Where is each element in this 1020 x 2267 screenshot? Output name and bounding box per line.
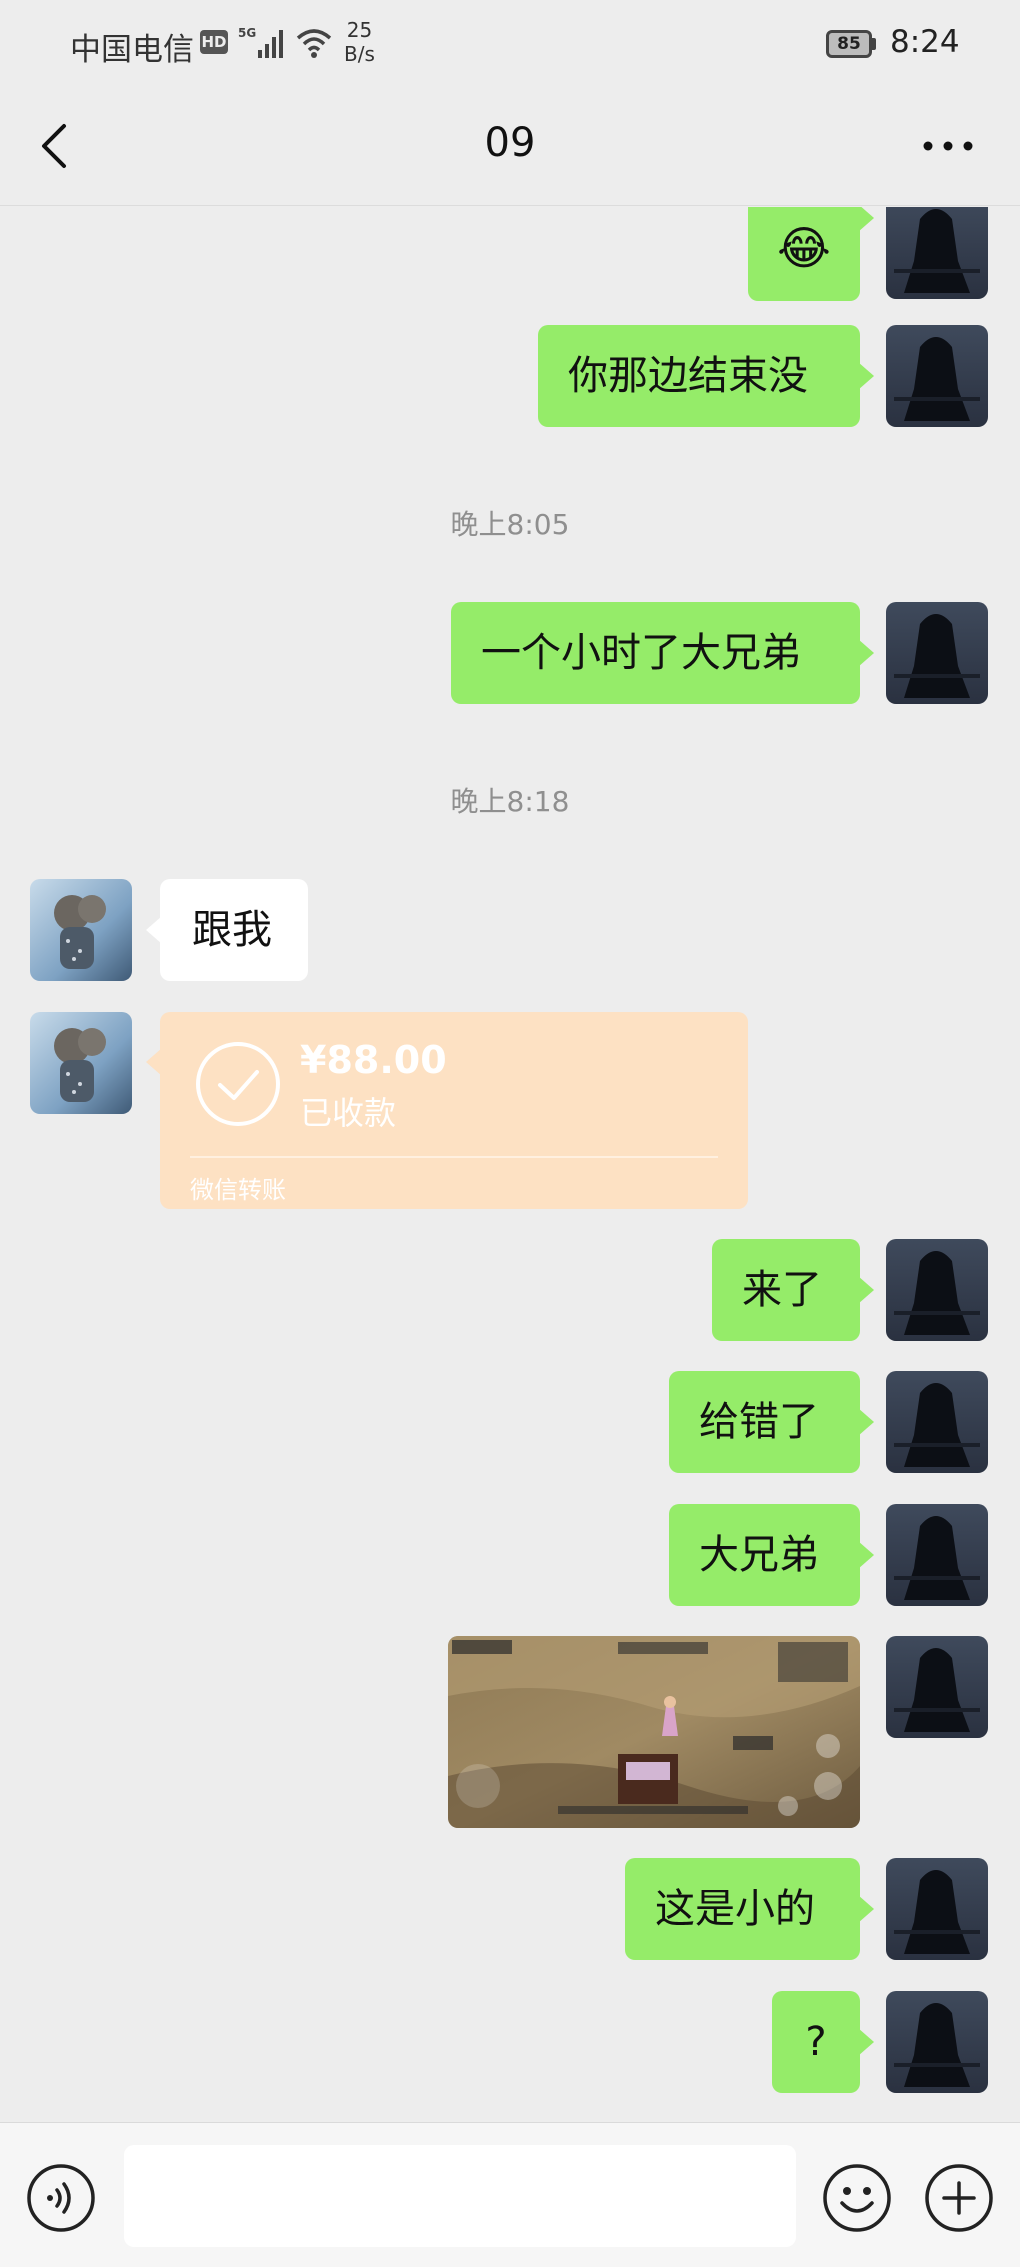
message-bubble-outgoing[interactable]: 来了: [712, 1239, 874, 1341]
avatar-self[interactable]: [886, 602, 988, 704]
image-message[interactable]: [448, 1636, 860, 1828]
avatar-contact[interactable]: [30, 1012, 132, 1114]
hd-badge: HD: [200, 30, 228, 54]
transfer-card[interactable]: ¥88.00 已收款 微信转账: [146, 1012, 748, 1209]
avatar-self[interactable]: [886, 1991, 988, 2093]
timestamp: 晚上8:18: [450, 785, 570, 818]
input-bar: [0, 2122, 1020, 2267]
message-bubble-outgoing[interactable]: 大兄弟: [669, 1504, 874, 1606]
message-input[interactable]: [124, 2145, 796, 2247]
battery-level: 85: [826, 30, 872, 58]
message-bubble-outgoing[interactable]: 这是小的: [625, 1858, 874, 1960]
avatar-contact[interactable]: [30, 879, 132, 981]
timestamp: 晚上8:05: [450, 508, 570, 541]
avatar-self[interactable]: [886, 1371, 988, 1473]
battery-icon: 85: [826, 30, 876, 58]
message-bubble-outgoing[interactable]: 你那边结束没: [538, 325, 874, 427]
page-title: 09: [484, 120, 536, 166]
speed-unit: B/s: [344, 42, 375, 66]
avatar-self[interactable]: [886, 207, 988, 299]
divider: [190, 1156, 718, 1158]
message-bubble-outgoing[interactable]: ?: [772, 1991, 874, 2093]
voice-icon[interactable]: [26, 2163, 96, 2233]
speed-value: 25: [346, 18, 373, 42]
message-bubble-outgoing[interactable]: 😂: [748, 207, 874, 301]
avatar-self[interactable]: [886, 1858, 988, 1960]
message-bubble-incoming[interactable]: 跟我: [146, 879, 308, 981]
avatar-self[interactable]: [886, 1636, 988, 1738]
network-speed: 25 B/s: [344, 18, 375, 66]
more-dots-icon[interactable]: [922, 138, 974, 154]
chat-header: 09: [0, 88, 1020, 206]
message-list[interactable]: 😂 你那边结束没 晚上8:05 一个小时了大兄弟 晚上8:18 跟我 ¥88.0…: [0, 207, 1020, 2122]
emoji-icon[interactable]: [822, 2163, 892, 2233]
status-bar: 中国电信 HD 5G 25 B/s 85 8:24: [0, 0, 1020, 88]
network-type: 5G: [238, 26, 256, 40]
clock: 8:24: [890, 24, 960, 60]
avatar-self[interactable]: [886, 1239, 988, 1341]
wifi-icon: [296, 29, 332, 58]
carrier-name: 中国电信: [70, 32, 194, 68]
transfer-status: 已收款: [300, 1094, 397, 1132]
checkmark-circle-icon: [196, 1042, 280, 1126]
transfer-label: 微信转账: [190, 1176, 286, 1204]
laughing-emoji-icon: 😂: [777, 221, 831, 275]
avatar-self[interactable]: [886, 325, 988, 427]
plus-icon[interactable]: [924, 2163, 994, 2233]
message-bubble-outgoing[interactable]: 给错了: [669, 1371, 874, 1473]
avatar-self[interactable]: [886, 1504, 988, 1606]
message-bubble-outgoing[interactable]: 一个小时了大兄弟: [451, 602, 874, 704]
transfer-amount: ¥88.00: [300, 1038, 447, 1082]
signal-icon: 5G: [238, 26, 283, 58]
